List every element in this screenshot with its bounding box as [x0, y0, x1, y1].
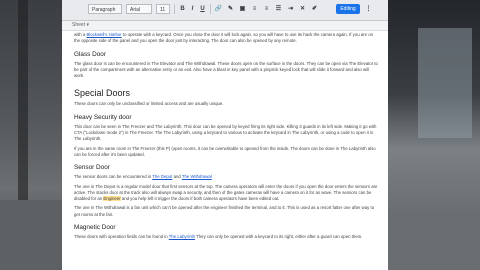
- sensor-paragraph-1: The one in The Depot is a regular model …: [74, 184, 378, 203]
- document-body: with a Blockwell’s Harbor to operate wit…: [74, 32, 378, 243]
- scene-floor-right: [388, 210, 480, 270]
- align-left-icon[interactable]: ≡: [250, 4, 259, 14]
- pencil-icon[interactable]: ✐: [310, 4, 319, 14]
- special-doors-paragraph: These doors can only be unclassified or …: [74, 101, 224, 107]
- magnetic-prefix: These doors with operation fields can be…: [74, 234, 168, 240]
- heading-heavy-security-door: Heavy Security door: [74, 113, 132, 121]
- list-icon[interactable]: ☰: [274, 4, 283, 14]
- clear-format-icon[interactable]: ✕: [298, 4, 307, 14]
- sensor-text-end: and you help left it trigger the doors i…: [121, 196, 280, 202]
- scene-floor: [0, 200, 62, 270]
- magnetic-text: They can only be opened with a keycard t…: [196, 234, 363, 240]
- document-window: Paragraph Arial 11 B I U 🔗 ✎ ▣ ≡ ≡ ☰ ⇥ ✕…: [62, 0, 388, 270]
- editor-toolbar: Paragraph Arial 11 B I U 🔗 ✎ ▣ ≡ ≡ ☰ ⇥ ✕…: [62, 0, 388, 21]
- sensor-paragraph-2: The one in The Withdrawal is a fan unit …: [74, 205, 375, 217]
- font-select[interactable]: Arial: [126, 4, 152, 14]
- more-options-icon[interactable]: ⋮: [364, 4, 373, 14]
- intro-paragraph: with a Blockwell’s Harbor to operate wit…: [74, 32, 378, 45]
- glass-door-paragraph: The glass door is can be encountered in …: [74, 60, 378, 79]
- link-the-depot[interactable]: The Depot: [152, 174, 172, 179]
- link-icon[interactable]: 🔗: [214, 4, 223, 14]
- comment-icon[interactable]: ✎: [226, 4, 235, 14]
- italic-button[interactable]: I: [188, 4, 197, 14]
- highlighted-text: Engineer: [103, 196, 121, 202]
- image-icon[interactable]: ▣: [238, 4, 247, 14]
- bold-button[interactable]: B: [178, 4, 187, 14]
- heavy-security-paragraph-2: If you are in the same room in The Freez…: [74, 145, 376, 157]
- indent-icon[interactable]: ⇥: [286, 4, 295, 14]
- background-scene-left: [0, 0, 62, 270]
- heavy-security-paragraph-1: This door can be seen in The Freezer and…: [74, 123, 377, 142]
- link-the-withdrawal[interactable]: The Withdrawal: [182, 174, 212, 179]
- underline-button[interactable]: U: [198, 4, 207, 14]
- heading-sensor-door: Sensor Door: [74, 164, 110, 172]
- style-select[interactable]: Paragraph: [88, 4, 122, 14]
- heading-magnetic-door: Magnetic Door: [74, 224, 116, 232]
- magnetic-paragraph: These doors with operation fields can be…: [74, 234, 378, 240]
- link-the-labyrinth[interactable]: The Labyrinth: [169, 234, 195, 239]
- editing-mode-button[interactable]: Editing: [336, 4, 360, 14]
- intro-prefix: with a: [74, 32, 86, 37]
- editor-subbar: Sheet ▾: [62, 21, 388, 31]
- sensor-prefix: The sensor doors can be encountered in: [74, 174, 152, 180]
- sensor-intro-paragraph: The sensor doors can be encountered in T…: [74, 174, 378, 180]
- align-center-icon[interactable]: ≡: [262, 4, 271, 14]
- toolbar-divider: [174, 4, 175, 14]
- sensor-and: and: [173, 174, 181, 180]
- sheet-menu[interactable]: Sheet ▾: [72, 22, 89, 28]
- intro-link[interactable]: Blockwell’s Harbor: [86, 32, 121, 37]
- heading-special-doors: Special Doors: [74, 88, 131, 99]
- toolbar-divider: [210, 4, 211, 14]
- scene-window: [418, 28, 472, 138]
- font-size-select[interactable]: 11: [156, 4, 170, 14]
- heading-glass-door: Glass Door: [74, 50, 106, 58]
- background-scene-right: [388, 0, 480, 270]
